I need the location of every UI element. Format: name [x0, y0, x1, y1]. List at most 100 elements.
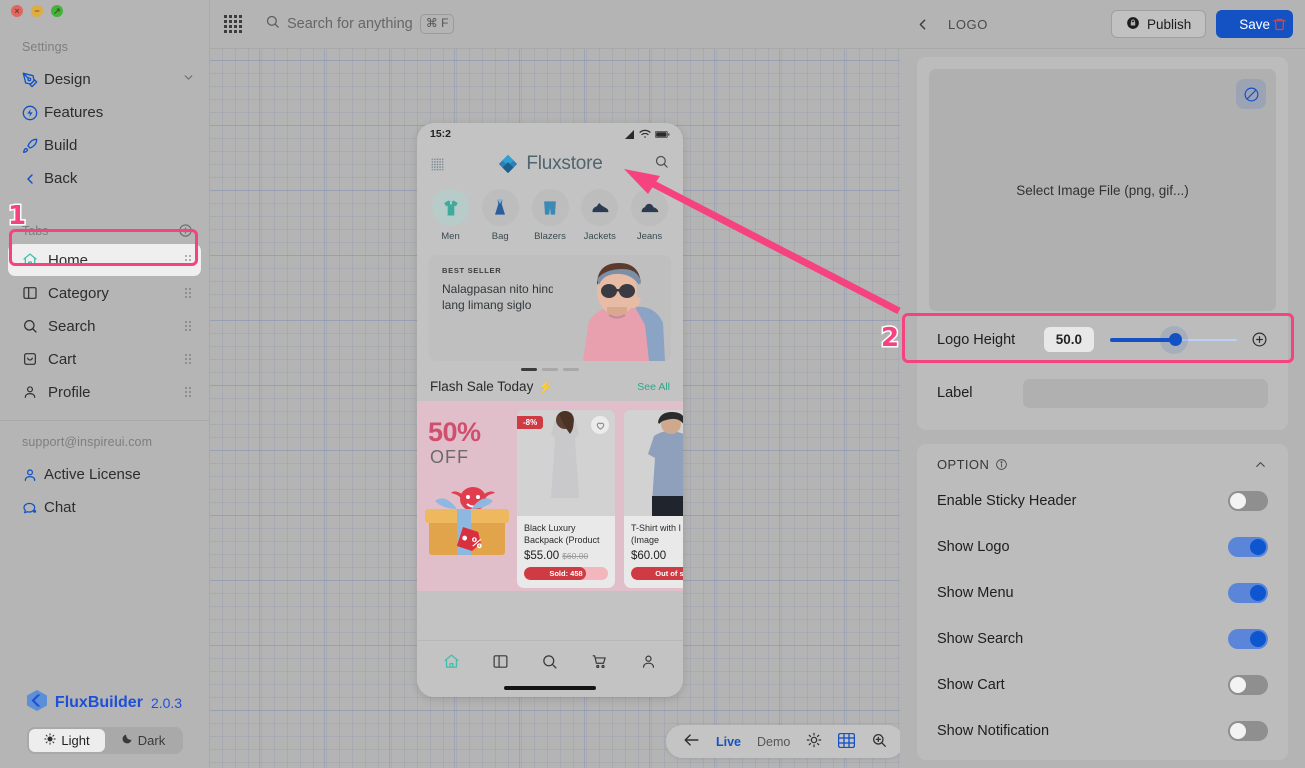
- tabbar-search-icon[interactable]: [541, 653, 558, 675]
- dress-icon: [482, 189, 519, 226]
- heart-icon[interactable]: [591, 416, 609, 434]
- logo-height-value[interactable]: 50.0: [1044, 327, 1094, 352]
- search-input[interactable]: Search for anything ⌘ F: [265, 14, 454, 34]
- toggle-show-search[interactable]: [1228, 629, 1268, 649]
- logo-height-slider[interactable]: [1110, 331, 1237, 349]
- tabbar-profile-icon[interactable]: [640, 653, 657, 675]
- sidebar-item-active-license[interactable]: Active License: [0, 458, 209, 491]
- no-image-icon[interactable]: [1236, 79, 1266, 109]
- category-item[interactable]: Men: [429, 189, 472, 242]
- phone-search-icon[interactable]: [654, 154, 669, 174]
- phone-preview[interactable]: 15:2 Fluxstor: [417, 123, 683, 697]
- theme-dark-button[interactable]: Dark: [105, 729, 181, 752]
- toggle-show-cart[interactable]: [1228, 675, 1268, 695]
- option-row-show-menu: Show Menu: [929, 570, 1276, 616]
- arrow-left-icon[interactable]: [683, 733, 700, 750]
- window-close-button[interactable]: ×: [11, 5, 23, 17]
- sidebar-item-features[interactable]: Features: [0, 96, 209, 129]
- option-label: Show Search: [937, 631, 1023, 647]
- option-label: Show Cart: [937, 677, 1005, 693]
- category-item[interactable]: Jeans: [628, 189, 671, 242]
- product-card-list[interactable]: -8% Black Luxury Backpack (Product $55.0…: [513, 401, 683, 591]
- promo-percent: 50%: [428, 417, 481, 448]
- back-button[interactable]: [914, 16, 931, 33]
- zoom-in-icon[interactable]: [871, 732, 887, 751]
- tabbar-home-icon[interactable]: [443, 653, 460, 675]
- sidebar-item-label: Home: [48, 252, 185, 269]
- live-mode-button[interactable]: Live: [716, 735, 741, 749]
- window-minimize-button[interactable]: −: [31, 5, 43, 17]
- brand-name: FluxBuilder: [55, 694, 143, 712]
- toggle-show-menu[interactable]: [1228, 583, 1268, 603]
- tabs-list: Home Category Search: [0, 244, 209, 408]
- sidebar-item-chat[interactable]: Chat: [0, 491, 209, 524]
- logo-height-row[interactable]: Logo Height 50.0: [929, 311, 1276, 368]
- info-icon[interactable]: [995, 458, 1008, 471]
- sidebar-item-design[interactable]: Design: [0, 63, 209, 96]
- sidebar-item-profile[interactable]: Profile: [8, 376, 201, 408]
- phone-header-logo[interactable]: Fluxstore: [417, 145, 683, 183]
- tabs-section-label: Tabs: [22, 224, 48, 238]
- chevron-up-icon[interactable]: [1253, 457, 1268, 472]
- category-label: Men: [441, 231, 459, 242]
- support-email: support@inspireui.com: [0, 435, 209, 449]
- drag-handle-icon[interactable]: [185, 387, 191, 397]
- trash-icon[interactable]: [1272, 17, 1287, 32]
- design-canvas[interactable]: 15:2 Fluxstor: [210, 49, 900, 768]
- tabbar-category-icon[interactable]: [492, 653, 509, 675]
- sidebar-item-search[interactable]: Search: [8, 310, 201, 342]
- drag-handle-icon[interactable]: [185, 354, 191, 364]
- product-image: [624, 410, 683, 516]
- option-section-header[interactable]: OPTION: [929, 457, 1276, 472]
- theme-light-button[interactable]: Light: [29, 729, 105, 752]
- see-all-link[interactable]: See All: [637, 381, 670, 393]
- category-item[interactable]: Bag: [479, 189, 522, 242]
- grid-icon[interactable]: [838, 733, 855, 751]
- add-tab-button[interactable]: [178, 223, 193, 238]
- category-item[interactable]: Jackets: [578, 189, 621, 242]
- demo-mode-button[interactable]: Demo: [757, 735, 790, 749]
- sidebar-item-category[interactable]: Category: [8, 277, 201, 309]
- category-item[interactable]: Blazers: [529, 189, 572, 242]
- drag-handle-icon[interactable]: [185, 321, 191, 331]
- tabbar-cart-icon[interactable]: [591, 653, 608, 675]
- banner-model-image: [553, 255, 671, 361]
- product-status: Sold: 458: [524, 567, 608, 580]
- category-label: Jeans: [637, 231, 662, 242]
- drag-handle-icon[interactable]: [185, 255, 191, 265]
- search-icon: [22, 318, 48, 334]
- label-input[interactable]: [1023, 379, 1268, 408]
- window-maximize-button[interactable]: ↗: [51, 5, 63, 17]
- image-dropzone[interactable]: Select Image File (png, gif...): [929, 69, 1276, 311]
- sidebar-item-build[interactable]: Build: [0, 129, 209, 162]
- toggle-show-logo[interactable]: [1228, 537, 1268, 557]
- tabs-section-header: Tabs: [0, 223, 209, 238]
- product-card[interactable]: -8% Black Luxury Backpack (Product $55.0…: [517, 410, 615, 588]
- product-status: Out of sto: [631, 567, 683, 580]
- sidebar-item-back[interactable]: Back: [0, 162, 209, 195]
- price-current: $60.00: [631, 550, 666, 562]
- phone-brand-name: Fluxstore: [526, 153, 602, 175]
- right-settings-panel: Select Image File (png, gif...) Logo Hei…: [900, 49, 1305, 768]
- banner-eyebrow: BEST SELLER: [442, 266, 501, 275]
- sidebar-item-home[interactable]: Home: [8, 244, 201, 276]
- menu-dots-icon[interactable]: [431, 158, 444, 171]
- phone-tabbar[interactable]: [417, 640, 683, 686]
- option-row-show-logo: Show Logo: [929, 524, 1276, 570]
- category-icon: [22, 285, 48, 301]
- product-price: $60.00: [624, 547, 683, 562]
- sidebar-item-cart[interactable]: Cart: [8, 343, 201, 375]
- toggle-enable-sticky-header[interactable]: [1228, 491, 1268, 511]
- brightness-icon[interactable]: [806, 732, 822, 751]
- theme-dark-label: Dark: [138, 733, 165, 748]
- drag-handle-icon[interactable]: [185, 288, 191, 298]
- option-label: Show Menu: [937, 585, 1014, 601]
- option-row-show-search: Show Search: [929, 616, 1276, 662]
- plus-circle-icon[interactable]: [1251, 331, 1268, 348]
- apps-grid-icon[interactable]: [224, 15, 242, 33]
- theme-light-label: Light: [61, 733, 89, 748]
- phone-banner[interactable]: BEST SELLER Nalagpasan nito hindi lang l…: [429, 255, 671, 361]
- sidebar-divider: [0, 420, 209, 421]
- toggle-show-notification[interactable]: [1228, 721, 1268, 741]
- product-card[interactable]: T-Shirt with I Stop (Image $60.00 Out of…: [624, 410, 683, 588]
